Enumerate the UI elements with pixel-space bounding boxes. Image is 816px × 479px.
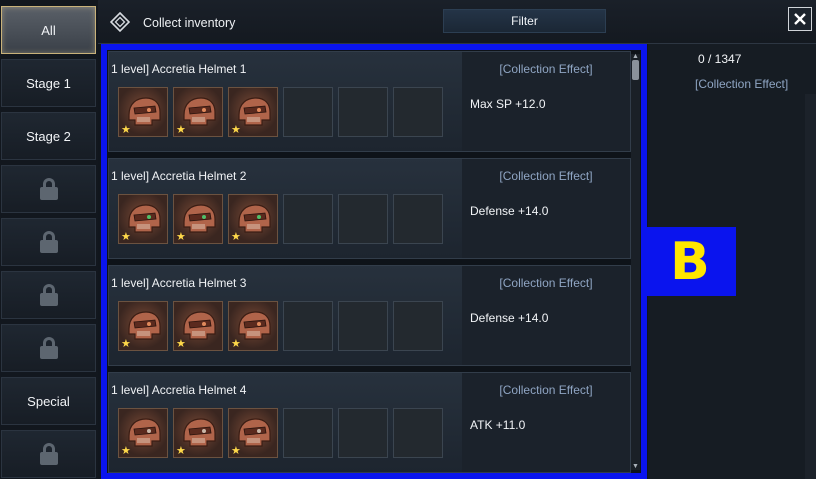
lock-icon <box>39 443 58 465</box>
effect-title: [Collection Effect] <box>499 383 593 397</box>
collection-name: 1 level] Accretia Helmet 3 <box>111 276 247 290</box>
collection-name: 1 level] Accretia Helmet 1 <box>111 62 247 76</box>
close-icon <box>794 13 806 25</box>
effect-stat: Defense +14.0 <box>470 311 549 325</box>
item-slot[interactable]: ★ <box>228 301 278 351</box>
item-slot[interactable]: ★ <box>118 408 168 458</box>
lock-icon <box>39 231 58 253</box>
star-icon: ★ <box>121 124 131 136</box>
category-sidebar: All Stage 1 Stage 2 Special <box>0 0 98 479</box>
item-slots: ★ ★ ★ <box>118 194 443 244</box>
annotation-letter: B <box>670 231 711 292</box>
star-icon: ★ <box>176 338 186 350</box>
effect-stat: ATK +11.0 <box>470 418 526 432</box>
list-scrollbar[interactable]: ▲ ▼ <box>631 53 640 470</box>
empty-slot[interactable] <box>283 408 333 458</box>
item-slots: ★ ★ ★ <box>118 87 443 137</box>
effect-title: [Collection Effect] <box>499 62 593 76</box>
star-icon: ★ <box>176 231 186 243</box>
item-slot[interactable]: ★ <box>228 194 278 244</box>
empty-slot[interactable] <box>393 301 443 351</box>
star-icon: ★ <box>176 445 186 457</box>
collection-row[interactable]: 1 level] Accretia Helmet 4 ★ ★ ★ [Collection… <box>108 372 631 473</box>
item-slot[interactable]: ★ <box>118 194 168 244</box>
effect-title: [Collection Effect] <box>499 169 593 183</box>
collection-name: 1 level] Accretia Helmet 4 <box>111 383 247 397</box>
window-title: Collect inventory <box>143 16 236 30</box>
sidebar-item-locked[interactable] <box>1 271 96 319</box>
sidebar-item-stage-1[interactable]: Stage 1 <box>1 59 96 107</box>
empty-slot[interactable] <box>393 408 443 458</box>
collection-row[interactable]: 1 level] Accretia Helmet 3 ★ ★ ★ [Collection… <box>108 265 631 366</box>
item-slot[interactable]: ★ <box>228 408 278 458</box>
effect-stat: Defense +14.0 <box>470 204 549 218</box>
sidebar-item-locked[interactable] <box>1 218 96 266</box>
star-icon: ★ <box>231 338 241 350</box>
collection-row[interactable]: 1 level] Accretia Helmet 2 ★ ★ ★ [Collection… <box>108 158 631 259</box>
empty-slot[interactable] <box>393 87 443 137</box>
empty-slot[interactable] <box>338 301 388 351</box>
sidebar-item-locked[interactable] <box>1 165 96 213</box>
item-slot[interactable]: ★ <box>173 194 223 244</box>
empty-slot[interactable] <box>283 301 333 351</box>
close-button[interactable] <box>788 7 812 31</box>
empty-slot[interactable] <box>338 194 388 244</box>
summary-scrollbar[interactable] <box>805 94 816 479</box>
item-slots: ★ ★ ★ <box>118 408 443 458</box>
lock-icon <box>39 337 58 359</box>
item-slot[interactable]: ★ <box>118 301 168 351</box>
collection-list[interactable]: 1 level] Accretia Helmet 1 ★ ★ ★ [Collection… <box>101 44 647 479</box>
summary-effect-title: [Collection Effect] <box>695 77 789 91</box>
window-header: Collect inventory Filter <box>98 0 816 44</box>
star-icon: ★ <box>176 124 186 136</box>
empty-slot[interactable] <box>393 194 443 244</box>
effect-panel: [Collection Effect] ATK +11.0 <box>462 373 630 472</box>
lock-icon <box>39 178 58 200</box>
item-slot[interactable]: ★ <box>173 408 223 458</box>
item-slot[interactable]: ★ <box>118 87 168 137</box>
effect-stat: Max SP +12.0 <box>470 97 546 111</box>
sidebar-item-label: Special <box>27 393 70 409</box>
sidebar-item-special[interactable]: Special <box>1 377 96 425</box>
sidebar-item-label: Stage 2 <box>26 128 71 144</box>
empty-slot[interactable] <box>338 87 388 137</box>
item-slot[interactable]: ★ <box>228 87 278 137</box>
sidebar-item-locked[interactable] <box>1 324 96 372</box>
star-icon: ★ <box>231 231 241 243</box>
item-slot[interactable]: ★ <box>173 301 223 351</box>
star-icon: ★ <box>231 124 241 136</box>
star-icon: ★ <box>121 231 131 243</box>
empty-slot[interactable] <box>338 408 388 458</box>
scroll-thumb[interactable] <box>632 60 639 80</box>
empty-slot[interactable] <box>283 194 333 244</box>
effect-panel: [Collection Effect] Defense +14.0 <box>462 266 630 365</box>
sidebar-item-label: Stage 1 <box>26 75 71 91</box>
star-icon: ★ <box>121 338 131 350</box>
item-slot[interactable]: ★ <box>173 87 223 137</box>
effect-panel: [Collection Effect] Max SP +12.0 <box>462 52 630 151</box>
filter-button[interactable]: Filter <box>443 9 606 33</box>
collection-count: 0 / 1347 <box>698 52 742 66</box>
effect-panel: [Collection Effect] Defense +14.0 <box>462 159 630 258</box>
item-slots: ★ ★ ★ <box>118 301 443 351</box>
star-icon: ★ <box>231 445 241 457</box>
diamond-icon <box>110 12 130 32</box>
collection-row[interactable]: 1 level] Accretia Helmet 1 ★ ★ ★ [Collection… <box>108 51 631 152</box>
lock-icon <box>39 284 58 306</box>
sidebar-item-all[interactable]: All <box>1 6 96 54</box>
annotation-label: B <box>645 227 736 296</box>
collection-name: 1 level] Accretia Helmet 2 <box>111 169 247 183</box>
empty-slot[interactable] <box>283 87 333 137</box>
star-icon: ★ <box>121 445 131 457</box>
effect-title: [Collection Effect] <box>499 276 593 290</box>
sidebar-item-locked[interactable] <box>1 430 96 478</box>
sidebar-item-label: All <box>41 22 56 38</box>
scroll-down-icon[interactable]: ▼ <box>631 463 640 470</box>
sidebar-item-stage-2[interactable]: Stage 2 <box>1 112 96 160</box>
